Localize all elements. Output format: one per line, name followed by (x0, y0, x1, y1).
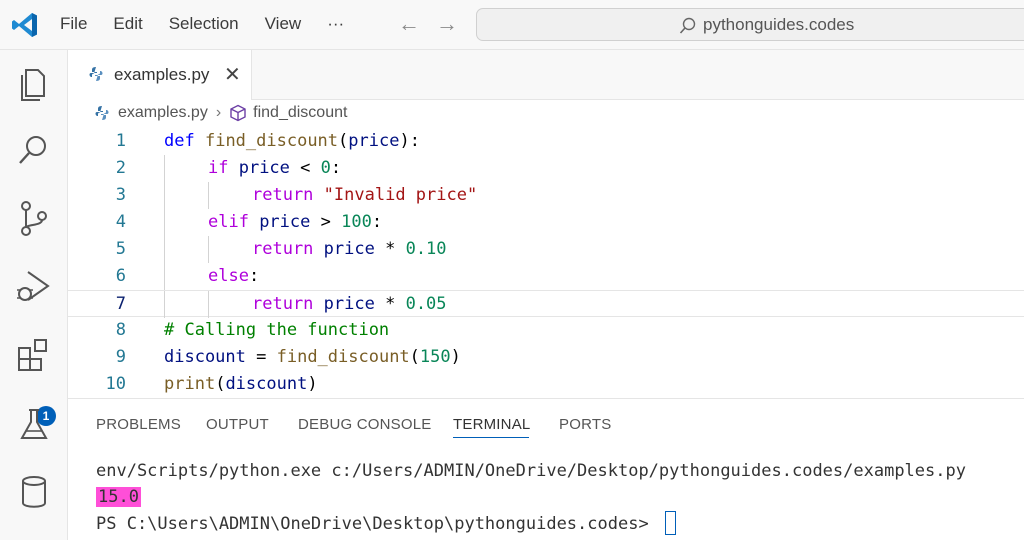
code-text: if price < 0: (208, 158, 342, 178)
menu-view[interactable]: View (265, 14, 302, 34)
code-line[interactable]: 1 def find_discount(price): (68, 128, 1024, 155)
line-number: 10 (105, 374, 126, 394)
code-text: # Calling the function (164, 320, 390, 340)
menu-file[interactable]: File (60, 14, 87, 34)
python-file-icon (95, 106, 109, 120)
tab-examples-py[interactable]: examples.py ✕ (68, 50, 252, 100)
vscode-logo-icon (12, 13, 37, 37)
code-line[interactable]: 7 return price * 0.05 (68, 290, 1024, 318)
code-text: def find_discount(price): (164, 131, 420, 151)
code-line[interactable]: 2 if price < 0: (68, 155, 1024, 182)
menu-more[interactable]: ··· (327, 14, 344, 34)
line-number: 8 (115, 320, 126, 340)
python-file-icon (89, 67, 103, 81)
line-number: 9 (115, 347, 126, 367)
close-icon[interactable]: ✕ (224, 62, 241, 87)
search-text: pythonguides.codes (703, 15, 855, 34)
tab-label: examples.py (114, 65, 210, 84)
code-line[interactable]: 5 return price * 0.10 (68, 236, 1024, 263)
code-text: return "Invalid price" (252, 185, 478, 205)
code-line[interactable]: 6 else: (68, 263, 1024, 290)
active-tab-indicator (453, 437, 529, 438)
code-editor[interactable]: 1 def find_discount(price): 2 if price < 0:… (68, 128, 1024, 398)
bottom-panel: PROBLEMS OUTPUT DEBUG CONSOLE TERMINAL P… (68, 398, 1024, 540)
command-center-search[interactable]: pythonguides.codes (476, 8, 1024, 41)
terminal-command-line: env/Scripts/python.exe c:/Users/ADMIN/On… (96, 461, 966, 481)
code-line[interactable]: 8 # Calling the function (68, 317, 1024, 344)
menu-selection[interactable]: Selection (169, 14, 239, 34)
line-number: 3 (115, 185, 126, 205)
breadcrumb-separator: › (215, 104, 222, 121)
indent-guide (164, 182, 165, 209)
line-number: 5 (115, 239, 126, 259)
code-text: elif price > 100: (208, 212, 383, 232)
tab-terminal[interactable]: TERMINAL (453, 416, 530, 433)
editor-tab-strip: examples.py ✕ (68, 50, 1024, 100)
menu-edit[interactable]: Edit (113, 14, 142, 34)
tab-output[interactable]: OUTPUT (206, 416, 269, 433)
line-number: 2 (115, 158, 126, 178)
source-control-icon[interactable] (14, 198, 54, 238)
code-line[interactable]: 4 elif price > 100: (68, 209, 1024, 236)
tab-ports[interactable]: PORTS (559, 416, 611, 433)
terminal-cursor (664, 511, 676, 535)
search-icon (679, 17, 696, 34)
line-number: 6 (115, 266, 126, 286)
menu-bar: File Edit Selection View ··· (60, 14, 370, 34)
indent-guide (164, 155, 165, 182)
title-bar: File Edit Selection View ··· ← → pythong… (0, 0, 1024, 50)
code-line[interactable]: 10 print(discount) (68, 371, 1024, 398)
indent-guide (208, 182, 209, 209)
indent-guide (164, 263, 165, 290)
terminal-prompt: PS C:\Users\ADMIN\OneDrive\Desktop\pytho… (96, 514, 659, 534)
code-line[interactable]: 3 return "Invalid price" (68, 182, 1024, 209)
back-arrow-icon[interactable]: ← (398, 11, 420, 37)
code-text: print(discount) (164, 374, 318, 394)
line-number: 4 (115, 212, 126, 232)
breadcrumb-symbol[interactable]: find_discount (253, 104, 347, 122)
line-number: 1 (115, 131, 126, 151)
code-line[interactable]: 9 discount = find_discount(150) (68, 344, 1024, 371)
testing-flask-icon[interactable] (14, 404, 54, 444)
explorer-files-icon[interactable] (14, 62, 54, 102)
tab-debug-console[interactable]: DEBUG CONSOLE (298, 416, 431, 433)
indent-guide (208, 291, 209, 318)
line-number: 7 (115, 294, 126, 314)
database-icon[interactable] (14, 472, 54, 512)
method-cube-icon (230, 104, 246, 122)
breadcrumb: examples.py › find_discount (94, 104, 347, 122)
indent-guide (164, 209, 165, 236)
code-text: return price * 0.05 (252, 294, 447, 314)
terminal-output-highlight: 15.0 (96, 487, 141, 507)
tab-problems[interactable]: PROBLEMS (96, 416, 181, 433)
indent-guide (164, 236, 165, 263)
breadcrumb-file[interactable]: examples.py (118, 104, 208, 122)
terminal-prompt-line[interactable]: PS C:\Users\ADMIN\OneDrive\Desktop\pytho… (96, 511, 676, 535)
forward-arrow-icon[interactable]: → (436, 11, 458, 37)
code-text: return price * 0.10 (252, 239, 447, 259)
extensions-icon[interactable] (14, 336, 54, 376)
run-debug-icon[interactable] (14, 266, 54, 306)
indent-guide (164, 291, 165, 318)
search-icon[interactable] (14, 130, 54, 170)
indent-guide (208, 236, 209, 263)
code-text: else: (208, 266, 260, 286)
activity-bar: 1 (0, 50, 68, 540)
code-text: discount = find_discount(150) (164, 347, 461, 367)
